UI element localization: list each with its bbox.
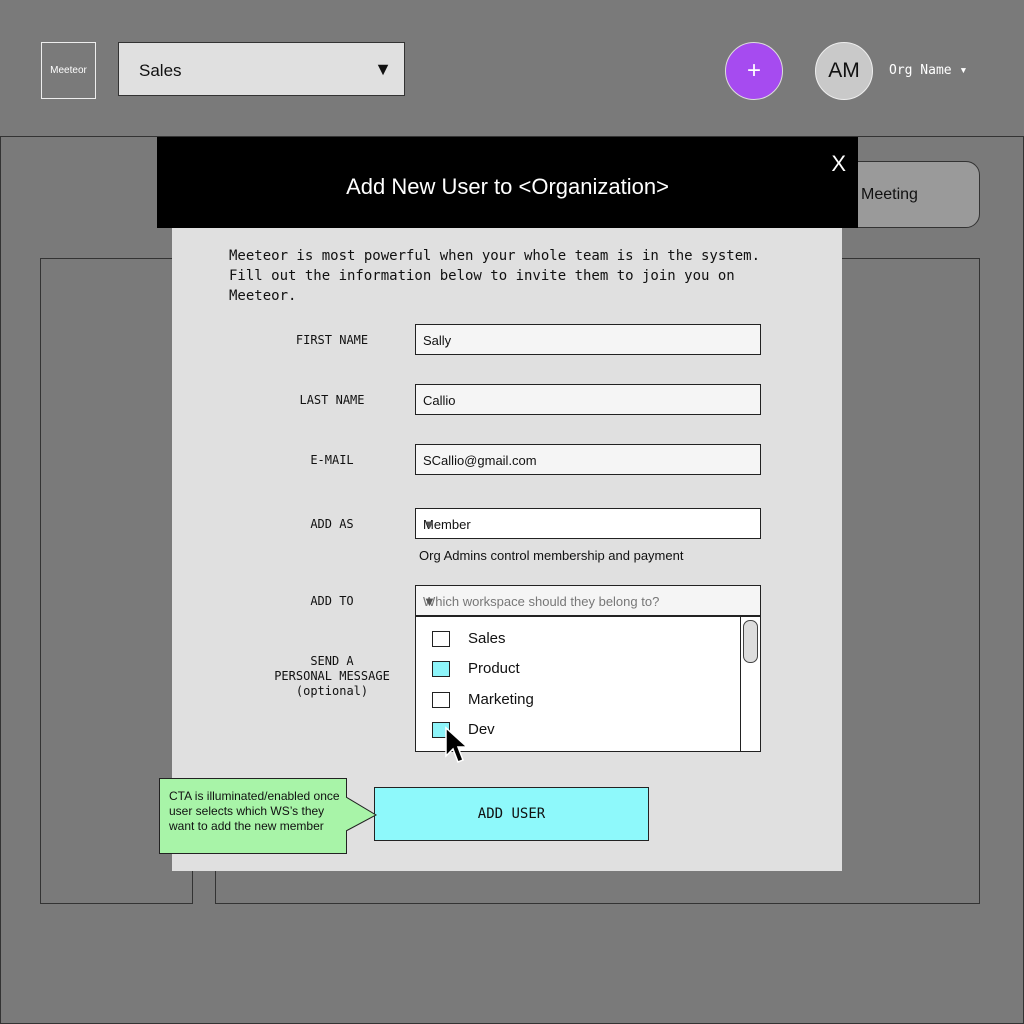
modal-title: Add New User to <Organization> [346, 174, 669, 199]
meeting-button-label: Meeting [861, 186, 918, 203]
modal-header: Add New User to <Organization> X [157, 137, 858, 228]
personal-message-label: SEND A PERSONAL MESSAGE (optional) [257, 654, 407, 699]
last-name-label: LAST NAME [299, 393, 365, 407]
checkbox[interactable] [432, 631, 450, 647]
scrollbar-thumb[interactable] [743, 620, 758, 663]
add-as-select[interactable]: Member ▼ [415, 508, 761, 539]
personal-message-label-line1: SEND A [310, 654, 354, 668]
add-user-button[interactable]: ADD USER [374, 787, 649, 841]
modal-intro-text: Meeteor is most powerful when your whole… [229, 248, 761, 304]
annotation-note: CTA is illuminated/enabled once user sel… [159, 778, 347, 854]
workspace-selected-label: Sales [139, 61, 182, 80]
email-field[interactable]: SCallio@gmail.com [415, 444, 761, 475]
chevron-down-icon: ▼ [374, 59, 392, 79]
checkbox[interactable] [432, 692, 450, 708]
first-name-label: FIRST NAME [295, 333, 369, 347]
workspace-dropdown[interactable]: Sales ▼ [118, 42, 405, 96]
add-as-hint: Org Admins control membership and paymen… [419, 548, 684, 563]
first-name-field[interactable]: Sally [415, 324, 761, 355]
workspace-option-label: Marketing [468, 691, 534, 708]
email-value: SCallio@gmail.com [423, 453, 537, 468]
add-button[interactable]: + [725, 42, 783, 100]
email-label: E-MAIL [310, 453, 354, 467]
checkbox[interactable] [432, 661, 450, 677]
plus-icon: + [746, 57, 761, 84]
close-button[interactable]: X [831, 151, 846, 177]
personal-message-label-line3: (optional) [295, 684, 369, 698]
chevron-down-icon: ▼ [423, 594, 436, 609]
mouse-cursor-icon [445, 726, 468, 763]
workspace-option-label: Product [468, 660, 520, 677]
first-name-value: Sally [423, 333, 452, 348]
add-as-label: ADD AS [310, 517, 354, 531]
app-logo[interactable]: Meeteor [41, 42, 96, 99]
last-name-value: Callio [423, 393, 456, 408]
last-name-field[interactable]: Callio [415, 384, 761, 415]
chevron-down-icon: ▼ [423, 517, 436, 532]
annotation-pointer-icon [346, 797, 378, 832]
personal-message-label-line2: PERSONAL MESSAGE [274, 669, 390, 683]
workspace-option-label: Dev [468, 721, 495, 738]
workspace-option-label: Sales [468, 630, 506, 647]
scrollbar[interactable] [740, 617, 760, 751]
add-to-select[interactable]: Which workspace should they belong to? ▼ [415, 585, 761, 616]
avatar[interactable]: AM [815, 42, 873, 100]
avatar-initials: AM [828, 59, 860, 82]
org-menu[interactable]: Org Name ▾ [889, 63, 967, 78]
top-bar: Meeteor Sales ▼ + AM Org Name ▾ [0, 0, 1024, 137]
logo-text: Meeteor [50, 65, 87, 76]
add-to-label: ADD TO [310, 594, 354, 608]
